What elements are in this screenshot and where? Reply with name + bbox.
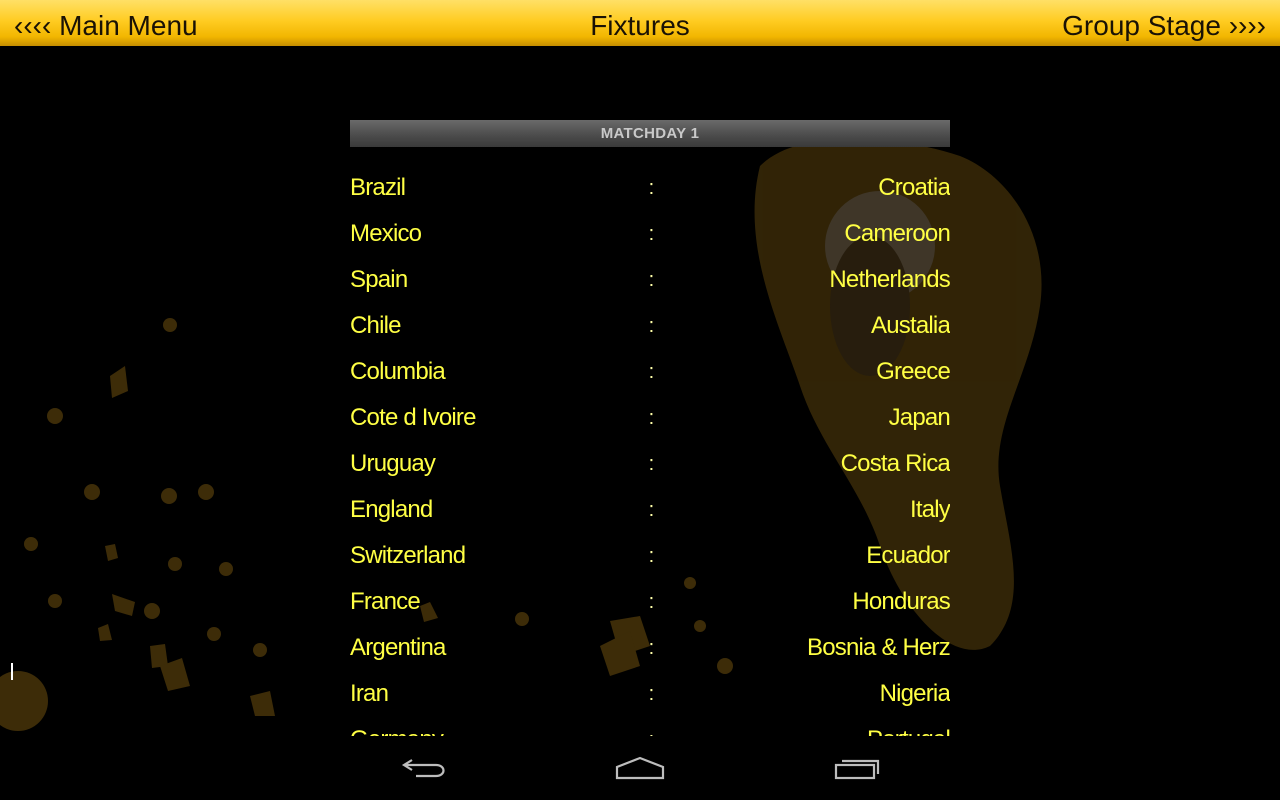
away-team: Greece bbox=[876, 358, 950, 385]
fixtures-panel: MATCHDAY 1 Brazil: Croatia Mexico: Cameroon… bbox=[350, 120, 950, 736]
away-team: Honduras bbox=[852, 588, 950, 615]
away-team: Italy bbox=[909, 496, 950, 523]
home-team: Spain bbox=[350, 266, 408, 293]
fixture-row[interactable]: Spain: Netherlands bbox=[350, 257, 950, 303]
home-team: Brazil bbox=[350, 174, 406, 201]
home-team: France bbox=[350, 588, 421, 615]
fixture-row[interactable]: Brazil: Croatia bbox=[350, 165, 950, 211]
fixture-row[interactable]: Chile: Austalia bbox=[350, 303, 950, 349]
home-team: Germany bbox=[350, 726, 650, 736]
fixture-row[interactable]: Germany:Portugal bbox=[350, 717, 950, 736]
home-button[interactable] bbox=[600, 746, 680, 790]
score-separator: : bbox=[648, 636, 655, 659]
fixture-row[interactable]: Columbia: Greece bbox=[350, 349, 950, 395]
home-team: Columbia bbox=[350, 358, 446, 385]
back-button[interactable] bbox=[384, 746, 464, 790]
score-separator: : bbox=[648, 268, 655, 291]
fixture-row[interactable]: France: Honduras bbox=[350, 579, 950, 625]
home-team: England bbox=[350, 496, 433, 523]
away-team: Portugal bbox=[650, 726, 950, 736]
away-team: Netherlands bbox=[829, 266, 950, 293]
away-team: Croatia bbox=[878, 174, 950, 201]
fixture-row[interactable]: Cote d Ivoire: Japan bbox=[350, 395, 950, 441]
score-separator: : bbox=[648, 314, 655, 337]
score-separator: : bbox=[648, 729, 655, 737]
recent-apps-icon bbox=[834, 759, 880, 780]
score-separator: : bbox=[648, 176, 655, 199]
score-separator: : bbox=[648, 222, 655, 245]
home-icon bbox=[615, 756, 665, 780]
score-separator: : bbox=[648, 452, 655, 475]
fixture-row[interactable]: Mexico: Cameroon bbox=[350, 211, 950, 257]
home-team: Argentina bbox=[350, 634, 446, 661]
fixture-row[interactable]: Switzerland: Ecuador bbox=[350, 533, 950, 579]
away-team: Cameroon bbox=[844, 220, 950, 247]
back-arrow-icon bbox=[401, 759, 445, 778]
text-cursor bbox=[11, 663, 13, 680]
home-team: Mexico bbox=[350, 220, 422, 247]
home-team: Switzerland bbox=[350, 542, 466, 569]
score-separator: : bbox=[648, 498, 655, 521]
score-separator: : bbox=[648, 682, 655, 705]
score-separator: : bbox=[648, 544, 655, 567]
group-stage-button[interactable]: Group Stage ›››› bbox=[1062, 4, 1266, 42]
away-team: Costa Rica bbox=[840, 450, 950, 477]
home-team: Iran bbox=[350, 680, 389, 707]
home-team: Uruguay bbox=[350, 450, 436, 477]
score-separator: : bbox=[648, 406, 655, 429]
home-team: Chile bbox=[350, 312, 402, 339]
main-menu-button[interactable]: ‹‹‹‹ Main Menu bbox=[14, 4, 198, 42]
away-team: Japan bbox=[888, 404, 950, 431]
home-team: Cote d Ivoire bbox=[350, 404, 476, 431]
fixture-row[interactable]: Argentina: Bosnia & Herz bbox=[350, 625, 950, 671]
system-navigation-bar bbox=[0, 736, 1280, 800]
fixtures-list[interactable]: Brazil: Croatia Mexico: Cameroon Spain: Nethe… bbox=[350, 165, 950, 736]
fixture-row[interactable]: England: Italy bbox=[350, 487, 950, 533]
away-team: Austalia bbox=[871, 312, 950, 339]
fixture-row[interactable]: Uruguay: Costa Rica bbox=[350, 441, 950, 487]
score-separator: : bbox=[648, 590, 655, 613]
away-team: Bosnia & Herz bbox=[807, 634, 950, 661]
matchday-header: MATCHDAY 1 bbox=[350, 120, 950, 147]
recent-apps-button[interactable] bbox=[818, 746, 898, 790]
fixture-row[interactable]: Iran: Nigeria bbox=[350, 671, 950, 717]
top-action-bar: Fixtures ‹‹‹‹ Main Menu Group Stage ›››› bbox=[0, 0, 1280, 46]
away-team: Nigeria bbox=[879, 680, 950, 707]
away-team: Ecuador bbox=[866, 542, 950, 569]
score-separator: : bbox=[648, 360, 655, 383]
